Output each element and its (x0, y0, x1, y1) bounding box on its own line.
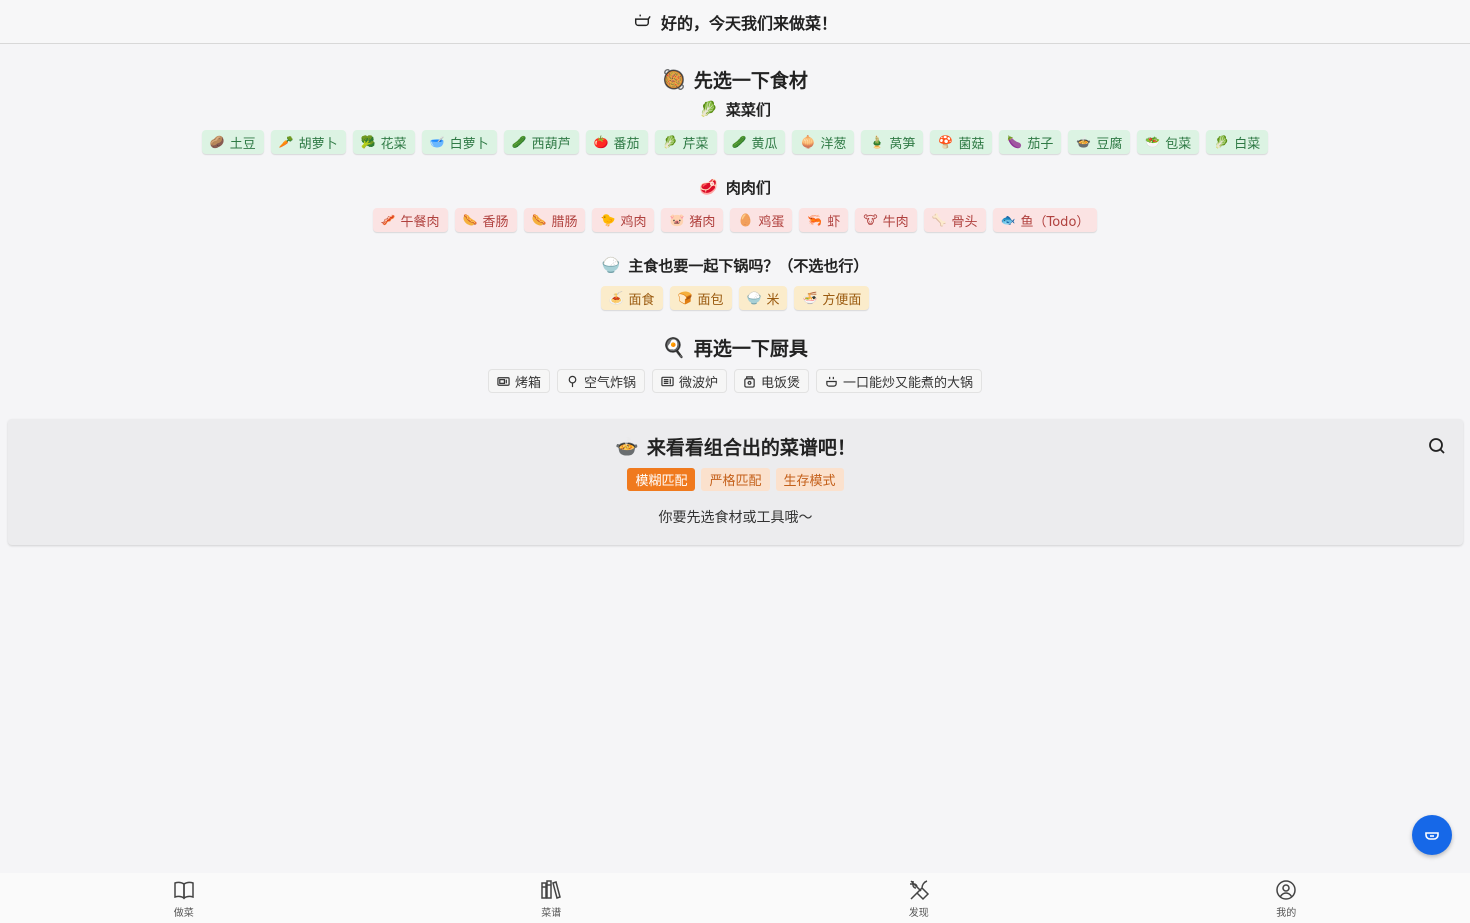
staple-chips: 🍝 面食 🍞 面包 🍚 米 🍜 方便面 (0, 286, 1470, 310)
chip-tool-oven[interactable]: 烤箱 (487, 369, 550, 393)
chip-staple[interactable]: 🍚 米 (738, 286, 788, 310)
bowl-icon (1425, 832, 1439, 840)
chip-tool-microwave[interactable]: 微波炉 (651, 369, 727, 393)
lettuce-icon: 🥬 (699, 100, 718, 118)
chip-vegetable[interactable]: 🥕 胡萝卜 (270, 130, 346, 154)
book-open-icon (174, 881, 194, 899)
chip-staple[interactable]: 🍝 面食 (600, 286, 663, 310)
mode-strict-match[interactable]: 严格匹配 (701, 468, 770, 491)
empty-hint: 你要先选食材或工具哦～ (658, 510, 813, 526)
vegetables-title: 🥬 菜菜们 (699, 100, 771, 119)
chip-staple[interactable]: 🍞 面包 (669, 286, 732, 310)
wok-icon (826, 376, 837, 387)
chip-tool-rice-cooker[interactable]: 电饭煲 (734, 369, 810, 393)
mode-fuzzy-match[interactable]: 模糊匹配 (627, 468, 696, 491)
books-icon (541, 879, 562, 899)
chip-vegetable[interactable]: 🥒 西葫芦 (503, 130, 579, 154)
chip-vegetable[interactable]: 🥒 黄瓜 (723, 130, 786, 154)
frying-pan-icon: 🍳 (662, 336, 686, 359)
chip-vegetable[interactable]: 🥬 白菜 (1206, 130, 1269, 154)
user-circle-icon (1276, 879, 1296, 900)
stew-icon: 🍲 (615, 436, 639, 458)
chip-meat[interactable]: 🦴 骨头 (923, 208, 986, 232)
floating-action-button[interactable] (1412, 815, 1452, 855)
rice-cooker-icon (744, 375, 755, 388)
recipe-result-panel: 🍲 来看看组合出的菜谱吧！ 模糊匹配 严格匹配 生存模式 你要先选食材或工具哦～ (8, 419, 1463, 545)
rice-icon: 🍚 (601, 256, 621, 274)
chip-vegetable[interactable]: 🥔 土豆 (201, 130, 264, 154)
meat-chips: 🥓 午餐肉 🌭 香肠 🌭 腊肠 🐤 鸡肉 🐷 猪肉 🥚 鸡蛋 🦐 虾 🐮 牛肉 🦴 骨头 🐟 鱼（T… (0, 208, 1470, 232)
chip-vegetable[interactable]: 🥣 白萝卜 (421, 130, 497, 154)
chip-tool-air-fryer[interactable]: 空气炸锅 (556, 369, 645, 393)
search-icon[interactable] (1427, 436, 1447, 456)
chip-vegetable[interactable]: 🍄 菌菇 (930, 130, 993, 154)
nav-profile[interactable]: 我的 (1103, 873, 1470, 923)
chip-tool-wok[interactable]: 一口能炒又能煮的大锅 (816, 369, 983, 393)
chip-vegetable[interactable]: 🍲 豆腐 (1068, 130, 1131, 154)
chip-meat[interactable]: 🌭 香肠 (454, 208, 517, 232)
chip-vegetable[interactable]: 🥬 芹菜 (654, 130, 717, 154)
nav-recipes[interactable]: 菜谱 (368, 873, 736, 923)
ingredients-section-title: 🥘 先选一下食材 (662, 68, 808, 92)
meat-icon: 🥩 (699, 178, 718, 196)
chip-vegetable[interactable]: 🥗 包菜 (1137, 130, 1200, 154)
page-title: 好的，今天我们来做菜！ (660, 13, 837, 33)
chip-meat[interactable]: 🦐 虾 (799, 208, 849, 232)
tools-section-title: 🍳 再选一下厨具 (662, 336, 808, 360)
chip-vegetable[interactable]: 🍆 茄子 (999, 130, 1062, 154)
chip-vegetable[interactable]: 🎍 莴笋 (861, 130, 924, 154)
meats-title: 🥩 肉肉们 (699, 178, 771, 197)
match-mode-tabs: 模糊匹配 严格匹配 生存模式 (8, 468, 1463, 491)
nav-cook[interactable]: 做菜 (0, 873, 368, 923)
pan-icon: 🥘 (662, 68, 686, 91)
chip-vegetable[interactable]: 🍅 番茄 (585, 130, 648, 154)
tool-chips: 烤箱 空气炸锅 微波炉 电饭煲 一口能炒又能煮的大锅 (0, 369, 1470, 393)
wok-icon (633, 11, 651, 33)
vegetable-chips: 🥔 土豆 🥕 胡萝卜 🥦 花菜 🥣 白萝卜 🥒 西葫芦 🍅 番茄 🥬 芹菜 🥒 黄瓜 🧅 洋葱 🎍… (0, 130, 1470, 154)
microwave-icon (661, 376, 674, 386)
chip-meat[interactable]: 🐤 鸡肉 (592, 208, 655, 232)
chip-vegetable[interactable]: 🥦 花菜 (352, 130, 415, 154)
chip-meat[interactable]: 🐟 鱼（Todo） (992, 208, 1098, 232)
air-fryer-icon (568, 375, 577, 387)
chip-vegetable[interactable]: 🧅 洋葱 (792, 130, 855, 154)
utensils-icon (909, 879, 929, 900)
nav-discover[interactable]: 发现 (735, 873, 1103, 923)
bottom-navigation: 做菜 菜谱 发现 我的 (0, 873, 1470, 923)
chip-meat[interactable]: 🐷 猪肉 (661, 208, 724, 232)
chip-meat[interactable]: 🐮 牛肉 (855, 208, 917, 232)
oven-icon (497, 376, 510, 386)
chip-staple[interactable]: 🍜 方便面 (794, 286, 870, 310)
staples-title: 🍚 主食也要一起下锅吗？（不选也行） (601, 256, 869, 275)
chip-meat[interactable]: 🥚 鸡蛋 (730, 208, 793, 232)
top-bar: 好的，今天我们来做菜！ (0, 0, 1470, 44)
mode-survival[interactable]: 生存模式 (775, 468, 844, 491)
chip-meat[interactable]: 🌭 腊肠 (523, 208, 586, 232)
chip-meat[interactable]: 🥓 午餐肉 (372, 208, 448, 232)
result-title: 🍲 来看看组合出的菜谱吧！ (615, 436, 856, 459)
